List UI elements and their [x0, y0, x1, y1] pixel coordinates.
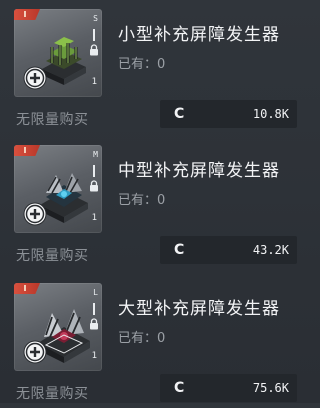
size-indicator [93, 303, 95, 315]
purchase-limit-text: 无限量购买 [16, 248, 89, 264]
item-thumbnail[interactable]: I L 1 [14, 283, 102, 371]
item-name: 小型补充屏障发生器 [118, 25, 280, 45]
shop-item-large-shield-generator[interactable]: I L 1 无限量购买 大型补充屏障发生器 已有：0 C 75.6K [0, 274, 312, 408]
buy-button[interactable]: C 43.2K [160, 236, 297, 264]
owned-count: 已有：0 [118, 57, 166, 72]
item-name: 中型补充屏障发生器 [118, 161, 280, 181]
add-icon[interactable] [23, 340, 47, 364]
price-amount: 75.6K [252, 381, 289, 395]
item-thumbnail[interactable]: I M 1 [14, 145, 102, 233]
price-amount: 10.8K [252, 107, 289, 121]
credit-currency-icon: C [174, 242, 185, 258]
shop-item-small-shield-generator[interactable]: I S 1 无限量购买 小型补充屏障发生器 已有：0 C 10.8K [0, 0, 312, 134]
shop-item-list: I S 1 无限量购买 小型补充屏障发生器 已有：0 C 10.8K I M 1… [0, 0, 312, 403]
item-name: 大型补充屏障发生器 [118, 299, 280, 319]
owned-count: 已有：0 [118, 331, 166, 346]
tier-badge: I [14, 145, 40, 156]
credit-currency-icon: C [174, 380, 185, 396]
size-class-label: M [93, 150, 98, 159]
lock-icon [90, 180, 98, 192]
owned-count: 已有：0 [118, 193, 166, 208]
credit-currency-icon: C [174, 106, 185, 122]
buy-button[interactable]: C 75.6K [160, 374, 297, 402]
slot-number: 1 [91, 213, 97, 223]
add-icon[interactable] [23, 202, 47, 226]
lock-icon [90, 44, 98, 56]
add-icon[interactable] [23, 66, 47, 90]
tier-badge: I [14, 9, 40, 20]
price-amount: 43.2K [252, 243, 289, 257]
item-thumbnail[interactable]: I S 1 [14, 9, 102, 97]
purchase-limit-text: 无限量购买 [16, 112, 89, 128]
shop-item-medium-shield-generator[interactable]: I M 1 无限量购买 中型补充屏障发生器 已有：0 C 43.2K [0, 136, 312, 270]
size-class-label: L [93, 288, 98, 297]
tier-badge: I [14, 283, 40, 294]
buy-button[interactable]: C 10.8K [160, 100, 297, 128]
size-indicator [93, 29, 95, 41]
lock-icon [90, 318, 98, 330]
purchase-limit-text: 无限量购买 [16, 386, 89, 402]
size-class-label: S [93, 14, 98, 23]
size-indicator [93, 165, 95, 177]
slot-number: 1 [91, 351, 97, 361]
slot-number: 1 [91, 77, 97, 87]
